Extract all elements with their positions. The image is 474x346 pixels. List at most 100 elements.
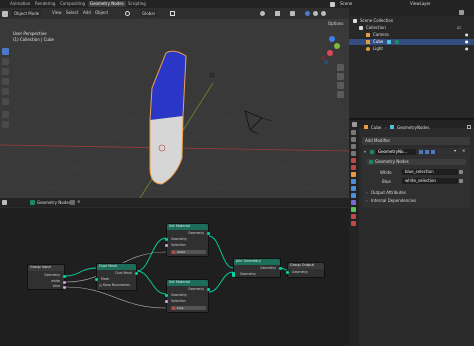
snap-icon[interactable]	[170, 11, 175, 16]
collection-icon	[353, 19, 357, 23]
edit-mode-toggle-icon[interactable]	[419, 150, 423, 154]
measure-tool-icon[interactable]	[2, 121, 9, 128]
internal-dependencies-panel[interactable]: Internal Dependencies	[371, 199, 416, 203]
modifier-name-field[interactable]: GeometryNo...	[376, 149, 416, 155]
node-editor[interactable]: Geometry Nodes ✕ Group Input Geometry wh…	[0, 198, 349, 346]
menu-add[interactable]: Add	[83, 11, 91, 15]
tab-animation[interactable]: Animation	[8, 1, 32, 7]
scale-tool-icon[interactable]	[2, 88, 9, 95]
scene-tab-icon[interactable]	[351, 158, 356, 163]
set-material-node-white[interactable]: Set Material Geometry Geometry Selection…	[165, 223, 210, 257]
shading-solid-icon[interactable]	[305, 11, 310, 16]
node-group-selector[interactable]: Geometry Nodes	[367, 159, 466, 165]
collapse-chevron-icon[interactable]: ▾	[364, 150, 366, 154]
input-socket[interactable]	[286, 271, 289, 274]
tab-rendering[interactable]: Rendering	[33, 1, 57, 7]
group-input-node[interactable]: Group Input Geometry white blue	[27, 264, 66, 290]
menu-select[interactable]: Select	[66, 11, 78, 15]
menu-view[interactable]: View	[52, 11, 62, 15]
viewlayer-selector[interactable]: ViewLayer	[410, 2, 431, 6]
3d-viewport[interactable]: Object Mode View Select Add Object Globa…	[0, 8, 349, 198]
material-field[interactable]: white	[171, 250, 206, 254]
gizmo-icon[interactable]	[275, 11, 280, 16]
output-socket[interactable]	[63, 281, 66, 284]
visibility-icon[interactable]	[260, 11, 265, 16]
tab-scripting[interactable]: Scripting	[126, 1, 148, 7]
data-tab-icon[interactable]	[351, 207, 356, 212]
transform-tool-icon[interactable]	[2, 98, 9, 105]
add-modifier-button[interactable]: Add Modifier	[362, 137, 470, 145]
group-output-node[interactable]: Group Output Geometry	[286, 262, 325, 278]
rotate-tool-icon[interactable]	[2, 78, 9, 85]
input-socket[interactable]	[165, 300, 168, 303]
set-material-node-blue[interactable]: Set Material Geometry Geometry Selection…	[165, 279, 210, 313]
input-white-attribute-field[interactable]: blue_selection	[402, 169, 458, 175]
mode-dropdown[interactable]: Object Mode	[12, 10, 42, 17]
overlay-icon[interactable]	[290, 11, 295, 16]
multi-input-socket[interactable]	[232, 272, 235, 277]
output-socket[interactable]	[135, 272, 138, 275]
render-tab-icon[interactable]	[351, 137, 356, 142]
attribute-toggle-icon[interactable]	[459, 170, 463, 174]
editor-type-icon[interactable]	[352, 121, 357, 127]
material-field[interactable]: blue	[171, 306, 206, 310]
pivot-icon[interactable]	[125, 11, 130, 16]
options-button[interactable]: Options	[328, 22, 343, 26]
menu-object[interactable]: Object	[95, 11, 108, 15]
input-blue-attribute-field[interactable]: white_selection	[402, 178, 458, 184]
output-socket[interactable]	[279, 267, 282, 270]
tool-tab-icon[interactable]	[351, 130, 356, 135]
cursor-tool-icon[interactable]	[2, 58, 9, 65]
view-layer-tab-icon[interactable]	[351, 151, 356, 156]
output-socket[interactable]	[207, 232, 210, 235]
modifier-menu-icon[interactable]: ▾	[454, 149, 456, 153]
particles-tab-icon[interactable]	[351, 186, 356, 191]
transform-orientation-dropdown[interactable]: Global	[140, 10, 157, 17]
input-socket[interactable]	[95, 278, 98, 281]
output-attributes-panel[interactable]: Output Attributes	[371, 191, 406, 195]
input-socket[interactable]	[165, 238, 168, 241]
outliner-row-camera[interactable]: Camera ●	[349, 32, 474, 38]
editor-type-icon[interactable]	[2, 10, 8, 17]
outliner-row-light[interactable]: Light ●	[349, 46, 474, 52]
attribute-toggle-icon[interactable]	[459, 179, 463, 183]
render-toggle-icon[interactable]	[431, 150, 435, 154]
eye-icon[interactable]: ●	[465, 32, 469, 37]
tab-compositing[interactable]: Compositing	[58, 1, 87, 7]
close-icon[interactable]: ✕	[462, 149, 465, 153]
shading-rendered-icon[interactable]	[321, 11, 326, 16]
eye-icon[interactable]: ●	[465, 46, 469, 51]
filter-icon[interactable]	[459, 9, 464, 15]
texture-tab-icon[interactable]	[351, 221, 356, 226]
move-tool-icon[interactable]	[2, 68, 9, 75]
output-tab-icon[interactable]	[351, 144, 356, 149]
output-socket[interactable]	[63, 275, 66, 278]
world-tab-icon[interactable]	[351, 165, 356, 170]
physics-tab-icon[interactable]	[351, 193, 356, 198]
input-socket[interactable]	[165, 294, 168, 297]
tab-geometry-nodes[interactable]: Geometry Nodes	[88, 1, 126, 7]
checkbox-icon[interactable]	[99, 284, 102, 287]
checkbox-icon[interactable]: ☑	[457, 26, 461, 30]
outliner-row-scene-collection[interactable]: Scene Collection	[349, 18, 474, 24]
join-geometry-node[interactable]: Join Geometry Geometry Geometry	[232, 258, 282, 278]
shading-material-icon[interactable]	[313, 11, 318, 16]
outliner-row-cube[interactable]: Cube ●	[349, 39, 474, 45]
scene-selector[interactable]: Scene	[340, 2, 352, 6]
input-socket[interactable]	[165, 244, 168, 247]
constraints-tab-icon[interactable]	[351, 200, 356, 205]
viewport-toggle-icon[interactable]	[425, 150, 429, 154]
output-socket[interactable]	[63, 286, 66, 289]
expand-chevron-icon[interactable]: ›	[366, 199, 368, 203]
output-socket[interactable]	[207, 288, 210, 291]
select-box-tool-icon[interactable]	[2, 48, 9, 55]
modifier-tab-icon[interactable]	[351, 179, 356, 184]
pin-icon[interactable]	[467, 125, 471, 129]
outliner-row-collection[interactable]: Collection ☑	[349, 25, 474, 31]
dual-mesh-node[interactable]: Dual Mesh Dual Mesh Mesh Keep Boundaries	[95, 263, 138, 291]
eye-icon[interactable]: ●	[465, 39, 469, 44]
object-tab-icon[interactable]	[351, 172, 356, 177]
annotate-tool-icon[interactable]	[2, 111, 9, 118]
expand-chevron-icon[interactable]: ›	[366, 191, 368, 195]
material-tab-icon[interactable]	[351, 214, 356, 219]
